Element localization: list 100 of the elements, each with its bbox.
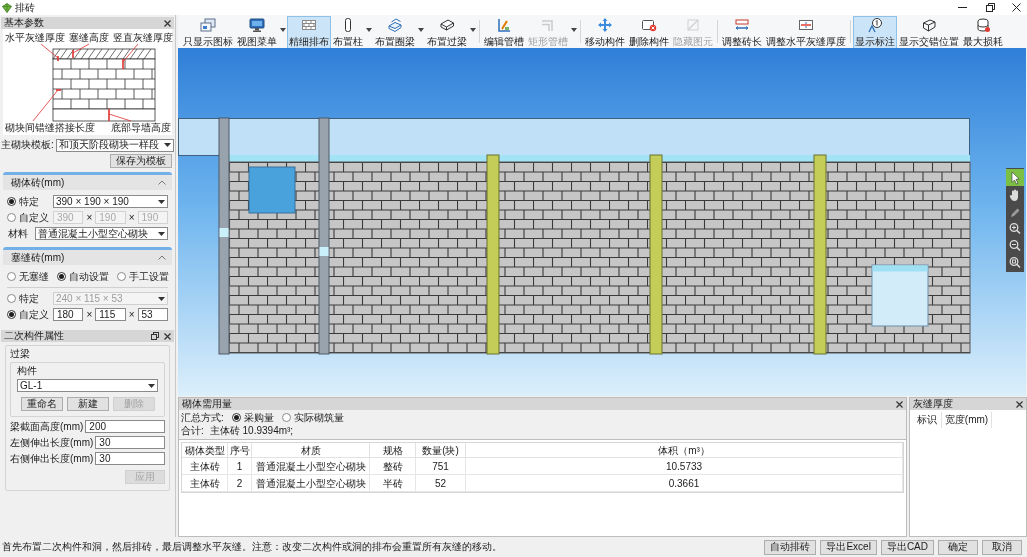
radio-option[interactable]: 实际砌筑量 (281, 411, 344, 424)
dropdown[interactable]: 和顶天阶段砌块一样段 (55, 138, 174, 152)
input-field[interactable]: 200 (85, 420, 165, 433)
toolbar-button[interactable]: 布置柱 (331, 16, 365, 49)
field-label: 右侧伸出长度(mm) (10, 452, 95, 465)
radio-option[interactable]: 手工设置 (117, 270, 169, 283)
annotation-icon (867, 17, 883, 33)
table-cell: 751 (416, 458, 466, 475)
table-cell: 10.5733 (466, 458, 903, 475)
caret-icon[interactable] (366, 28, 372, 32)
caret-icon (158, 296, 165, 301)
radio-option[interactable]: 特定 (7, 195, 53, 208)
input-field[interactable]: 30 (95, 452, 165, 465)
column-header: 标识 (912, 412, 942, 428)
diagram-label: 塞缝高度 (69, 32, 109, 44)
panel-title: 基本参数 (4, 17, 44, 29)
rename-button[interactable]: 重命名 (20, 397, 63, 411)
window-opening (871, 264, 929, 327)
field-label: 合计: (181, 425, 204, 437)
restore-icon[interactable] (986, 3, 995, 12)
toolbar-button[interactable]: 布置过梁 (425, 16, 469, 49)
table-cell: 0.3661 (466, 475, 903, 492)
table-cell: 2 (228, 475, 252, 492)
radio-option[interactable]: 自定义 (7, 308, 53, 321)
leader-line (122, 43, 139, 70)
column-header: 体积（m³） (466, 443, 903, 458)
toolbar-button[interactable]: 编辑管槽 (482, 16, 526, 49)
field-label: 汇总方式: (181, 411, 224, 424)
close-icon[interactable] (1012, 3, 1021, 12)
auto-layout-button[interactable]: 自动排砖 (764, 539, 817, 555)
ok-button[interactable]: 确定 (938, 539, 978, 555)
table-cell: 主体砖 (182, 458, 228, 475)
dropdown[interactable]: GL-1 (17, 379, 158, 392)
dropdown[interactable]: 普通混凝土小型空心砌块 (35, 227, 168, 240)
radio-option[interactable]: 自定义 (7, 211, 53, 224)
multiply-sign: × (127, 211, 136, 224)
export-cad-button[interactable]: 导出CAD (880, 539, 934, 555)
move-arrows-icon (597, 17, 613, 33)
diagram-label: 水平灰缝厚度 (5, 32, 65, 44)
column-header: 材质 (252, 443, 370, 458)
caret-icon[interactable] (418, 28, 424, 32)
caret-icon (164, 143, 171, 147)
table-cell: 整砖 (370, 458, 416, 475)
ruler-pencil-icon (496, 17, 512, 33)
leader-line (32, 89, 62, 122)
multiply-sign: × (85, 308, 94, 321)
input-field[interactable]: 180 (53, 308, 84, 321)
table-cell: 普通混凝土小型空心砌块 (252, 458, 370, 475)
radio-option[interactable]: 自动设置 (57, 270, 109, 283)
save-template-button[interactable]: 保存为模板 (110, 154, 172, 168)
table-cell: 普通混凝土小型空心砌块 (252, 475, 370, 492)
radio-option[interactable]: 无塞缝 (7, 270, 49, 283)
caret-icon (158, 231, 165, 236)
toolbar-button[interactable]: 移动构件 (583, 16, 627, 49)
slashed-square-icon (685, 17, 701, 33)
toolbar-button[interactable]: 显示标注 (853, 16, 897, 49)
total-text: 主体砖 10.9394m³; (209, 425, 294, 437)
caret-icon[interactable] (280, 28, 286, 32)
section-header[interactable]: 塞缝砖(mm) (3, 247, 172, 265)
diagram-label: 砌块间错缝搭接长度 (5, 122, 95, 134)
export-excel-button[interactable]: 导出Excel (820, 539, 877, 555)
section-header[interactable]: 砌体砖(mm) (3, 172, 172, 190)
input-field[interactable]: 53 (137, 308, 168, 321)
toolbar-button[interactable]: 显示交错位置 (897, 16, 961, 49)
chevron-up-icon (158, 180, 166, 185)
brick-wall-icon (301, 17, 317, 33)
radio-option[interactable]: 采购量 (231, 411, 274, 424)
column-header: 数量(块) (416, 443, 466, 458)
table-cell: 主体砖 (182, 475, 228, 492)
new-button[interactable]: 新建 (66, 397, 109, 411)
close-icon[interactable] (164, 332, 171, 340)
input-field[interactable]: 115 (95, 308, 126, 321)
dropdown[interactable]: 390 × 190 × 190 (53, 195, 168, 208)
toolbar-button[interactable]: 精细排布 (287, 16, 331, 49)
bent-pipe-icon (540, 17, 556, 33)
toolbar-button[interactable]: 调整砖长 (720, 16, 764, 49)
panel-title: 二次构件属性 (4, 330, 64, 342)
diagram-label: 底部导墙高度 (111, 122, 171, 134)
caret-icon[interactable] (470, 28, 476, 32)
leader-line (108, 108, 132, 122)
restore-icon[interactable] (151, 332, 159, 340)
radio-option[interactable]: 特定 (7, 292, 53, 305)
toolbar-button[interactable]: 只显示图标 (181, 16, 235, 49)
window-opening (248, 166, 296, 214)
caret-icon (148, 383, 155, 388)
close-icon[interactable] (164, 19, 171, 27)
cancel-button[interactable]: 取消 (982, 539, 1022, 555)
close-icon[interactable] (896, 400, 903, 408)
input-field[interactable]: 30 (95, 436, 165, 449)
group-title: 过梁 (10, 348, 30, 360)
field-label: 左侧伸出长度(mm) (10, 436, 95, 449)
multiply-sign: × (127, 308, 136, 321)
field-label: 梁截面高度(mm) (10, 420, 85, 433)
field-label: 材料 (7, 227, 29, 240)
close-icon[interactable] (1016, 400, 1023, 408)
diagram-label: 竖直灰缝厚度 (113, 32, 173, 44)
layers-icon (387, 17, 403, 33)
pointer-icon[interactable] (1006, 169, 1024, 186)
chevron-up-icon (158, 255, 166, 260)
toolbar-button[interactable]: 布置圈梁 (373, 16, 417, 49)
